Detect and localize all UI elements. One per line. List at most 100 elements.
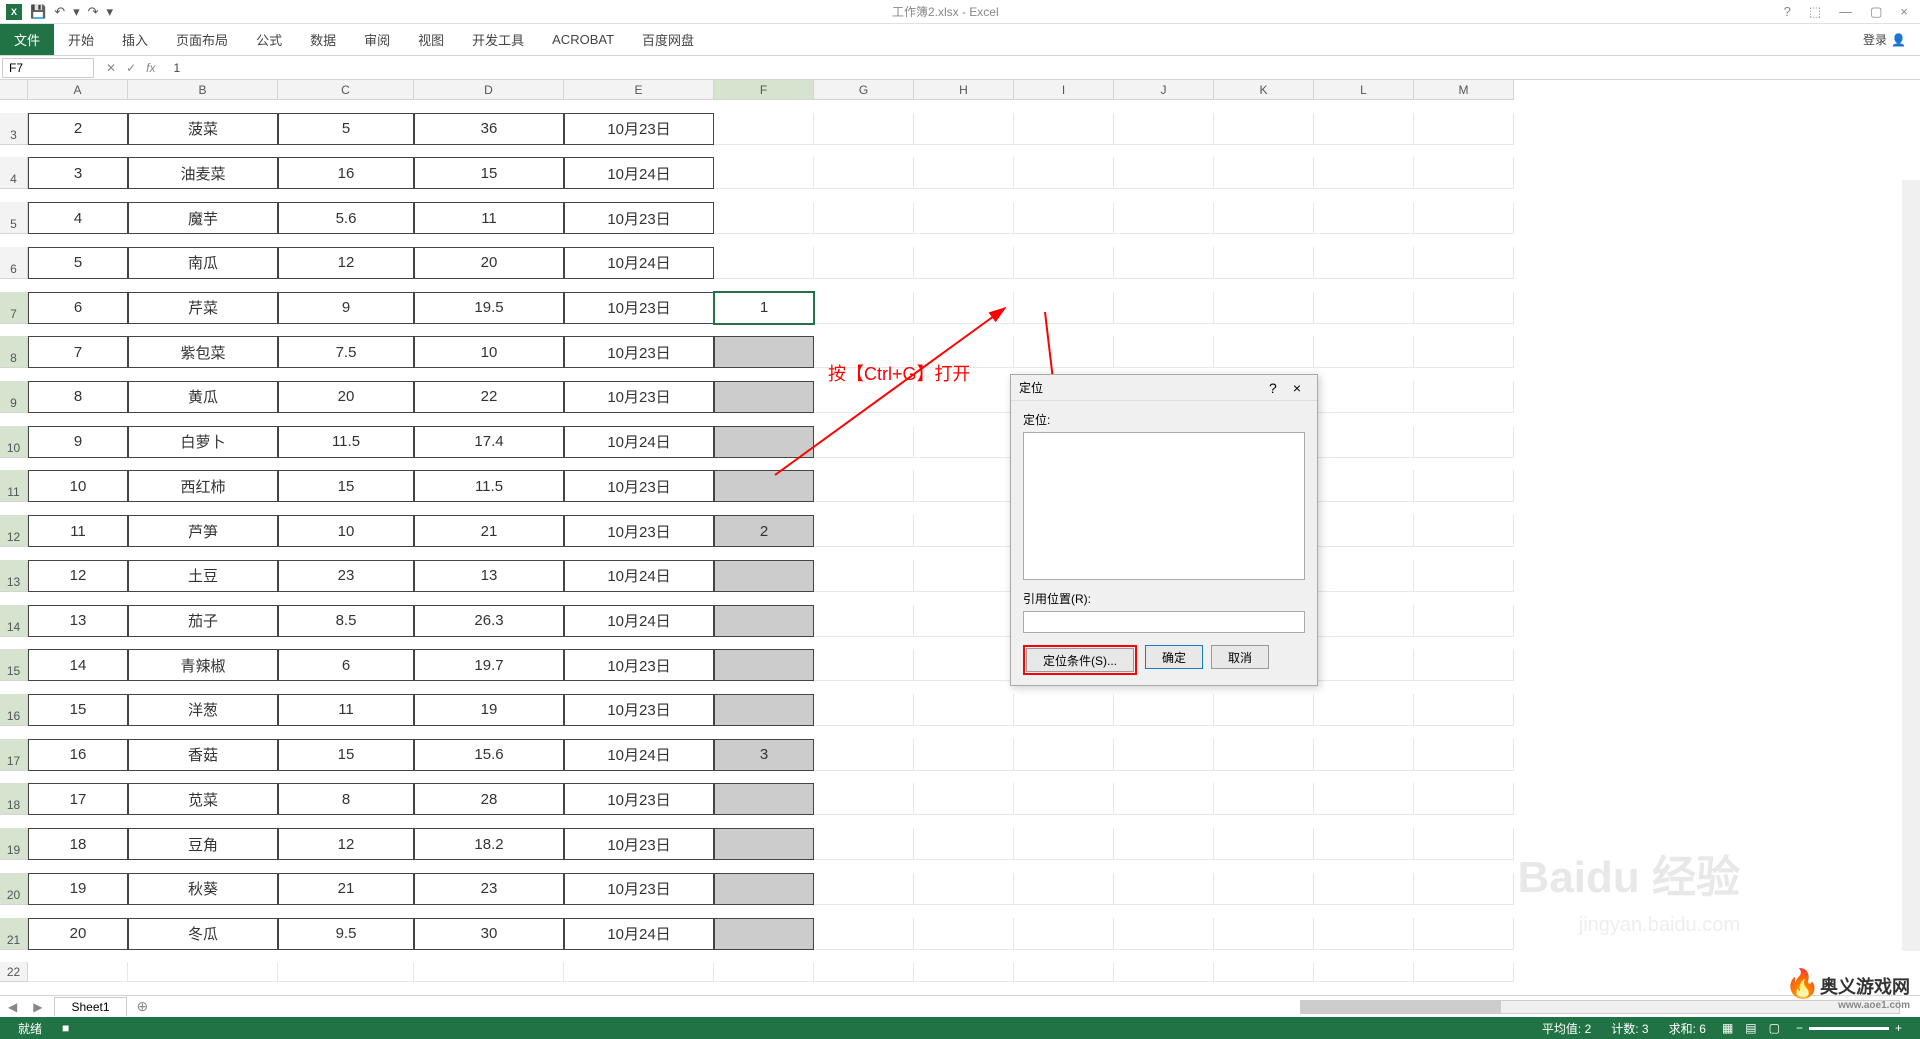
column-header[interactable]: F — [714, 80, 814, 100]
cell[interactable]: 6 — [278, 649, 414, 681]
minimize-icon[interactable]: — — [1839, 4, 1852, 20]
tab-acrobat[interactable]: ACROBAT — [538, 24, 628, 55]
cell[interactable] — [914, 962, 1014, 982]
cell[interactable] — [1014, 202, 1114, 234]
cell[interactable]: 9 — [278, 292, 414, 324]
cell[interactable]: 黄瓜 — [128, 381, 278, 413]
row-header[interactable]: 17 — [0, 739, 28, 771]
dialog-help-icon[interactable]: ? — [1261, 380, 1285, 396]
tab-insert[interactable]: 插入 — [108, 24, 162, 55]
cell[interactable]: 青辣椒 — [128, 649, 278, 681]
cell[interactable]: 10月23日 — [564, 515, 714, 547]
cell[interactable] — [914, 739, 1014, 771]
cell[interactable] — [714, 336, 814, 368]
cell[interactable] — [1114, 202, 1214, 234]
row-header[interactable]: 21 — [0, 918, 28, 950]
cell[interactable] — [1114, 739, 1214, 771]
cell[interactable] — [1414, 113, 1514, 145]
cell[interactable] — [714, 381, 814, 413]
cell[interactable]: 10 — [414, 336, 564, 368]
cell[interactable]: 香菇 — [128, 739, 278, 771]
cell[interactable] — [1314, 828, 1414, 860]
cell[interactable]: 12 — [278, 247, 414, 279]
cell[interactable] — [1014, 157, 1114, 189]
cell[interactable] — [1114, 113, 1214, 145]
cell[interactable] — [714, 470, 814, 502]
cell[interactable] — [814, 605, 914, 637]
cell[interactable] — [1014, 113, 1114, 145]
cell[interactable] — [1414, 515, 1514, 547]
cell[interactable]: 20 — [414, 247, 564, 279]
cell[interactable] — [714, 560, 814, 592]
cell[interactable]: 4 — [28, 202, 128, 234]
cell[interactable] — [1414, 694, 1514, 726]
row-header[interactable]: 3 — [0, 113, 28, 145]
row-header[interactable]: 22 — [0, 962, 28, 982]
cell[interactable] — [814, 739, 914, 771]
column-header[interactable]: D — [414, 80, 564, 100]
row-header[interactable]: 14 — [0, 605, 28, 637]
cell[interactable]: 10月23日 — [564, 649, 714, 681]
cell[interactable] — [1314, 247, 1414, 279]
tab-page-layout[interactable]: 页面布局 — [162, 24, 242, 55]
cell[interactable] — [714, 873, 814, 905]
cell[interactable] — [1414, 649, 1514, 681]
cell[interactable] — [1414, 336, 1514, 368]
cell[interactable] — [914, 292, 1014, 324]
cell[interactable] — [714, 426, 814, 458]
ribbon-options-icon[interactable]: ⬚ — [1809, 4, 1821, 20]
cell[interactable]: 11.5 — [414, 470, 564, 502]
cell[interactable]: 13 — [414, 560, 564, 592]
formula-input[interactable]: 1 — [165, 61, 188, 75]
cell[interactable]: 18.2 — [414, 828, 564, 860]
cell[interactable]: 17.4 — [414, 426, 564, 458]
cell[interactable] — [1214, 739, 1314, 771]
goto-special-button[interactable]: 定位条件(S)... — [1026, 648, 1134, 672]
cell[interactable]: 36 — [414, 113, 564, 145]
cell[interactable] — [1014, 873, 1114, 905]
cell[interactable]: 30 — [414, 918, 564, 950]
macro-record-icon[interactable]: ■ — [52, 1021, 79, 1035]
cell[interactable]: 10月24日 — [564, 157, 714, 189]
cell[interactable] — [914, 426, 1014, 458]
cell[interactable]: 19 — [414, 694, 564, 726]
cell[interactable] — [1214, 202, 1314, 234]
cell[interactable] — [1014, 336, 1114, 368]
goto-listbox[interactable] — [1023, 432, 1305, 580]
cell[interactable] — [1014, 739, 1114, 771]
cell[interactable] — [1214, 962, 1314, 982]
column-header[interactable]: G — [814, 80, 914, 100]
cell[interactable]: 10月23日 — [564, 694, 714, 726]
cell[interactable]: 芦笋 — [128, 515, 278, 547]
cell[interactable] — [1414, 560, 1514, 592]
cell[interactable] — [1414, 247, 1514, 279]
cell[interactable] — [1314, 649, 1414, 681]
save-icon[interactable]: 💾 — [30, 4, 46, 20]
cell[interactable]: 10月23日 — [564, 470, 714, 502]
cell[interactable] — [1314, 202, 1414, 234]
cell[interactable]: 20 — [28, 918, 128, 950]
cell[interactable]: 20 — [278, 381, 414, 413]
cell[interactable]: 2 — [28, 113, 128, 145]
qat-dropdown-icon[interactable]: ▾ — [73, 4, 80, 20]
cell[interactable]: 28 — [414, 783, 564, 815]
row-header[interactable]: 20 — [0, 873, 28, 905]
cell[interactable] — [1314, 739, 1414, 771]
cell[interactable]: 10月23日 — [564, 202, 714, 234]
cell[interactable]: 16 — [28, 739, 128, 771]
cell[interactable]: 8.5 — [278, 605, 414, 637]
cell[interactable] — [814, 515, 914, 547]
column-header[interactable]: L — [1314, 80, 1414, 100]
cell[interactable] — [1014, 828, 1114, 860]
cell[interactable] — [1414, 157, 1514, 189]
cell[interactable]: 15 — [28, 694, 128, 726]
row-header[interactable]: 5 — [0, 202, 28, 234]
cell[interactable] — [1114, 247, 1214, 279]
cell[interactable]: 12 — [278, 828, 414, 860]
cell[interactable] — [1314, 962, 1414, 982]
cell[interactable] — [814, 694, 914, 726]
cell[interactable]: 26.3 — [414, 605, 564, 637]
cell[interactable]: 15 — [414, 157, 564, 189]
cell[interactable]: 11 — [278, 694, 414, 726]
column-header[interactable]: C — [278, 80, 414, 100]
